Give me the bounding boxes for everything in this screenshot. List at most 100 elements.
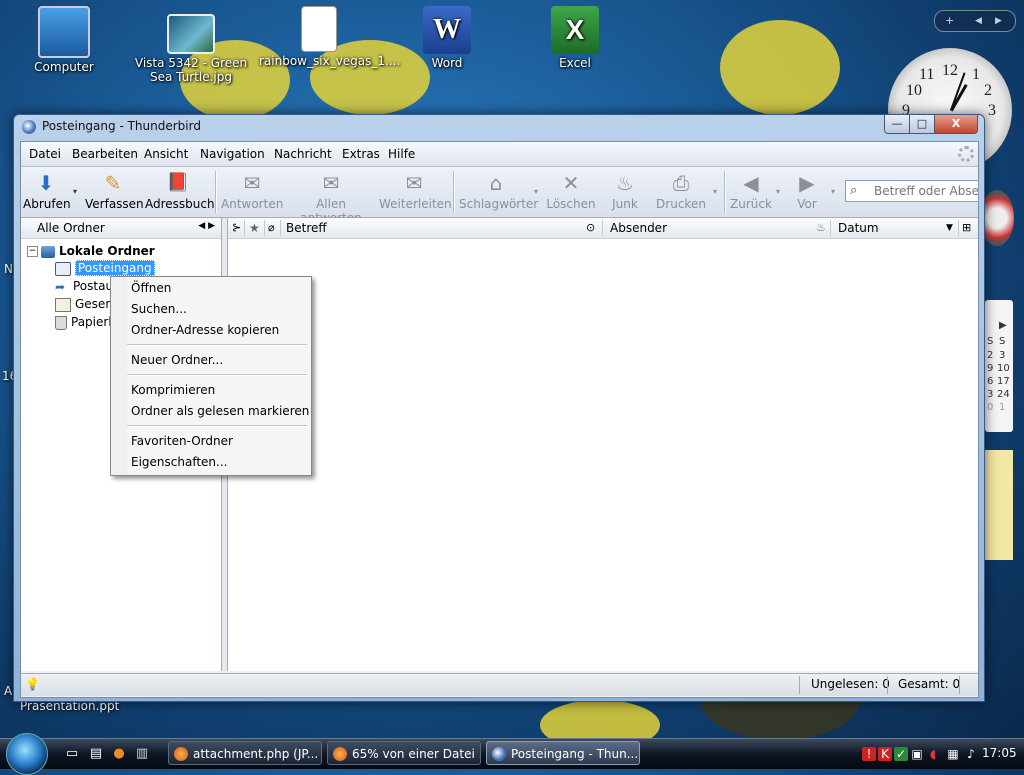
column-picker-icon[interactable]: ⊞: [962, 221, 971, 234]
calendar-gadget[interactable]: ▶ SS 23 9 10 6 17 3 24 01: [985, 300, 1013, 432]
toolbar-button-label: Antworten: [221, 197, 284, 211]
recycle-bin-icon[interactable]: ▥: [134, 746, 150, 762]
toolbar-separator: [453, 171, 455, 213]
maximize-button[interactable]: □: [909, 115, 935, 134]
context-menu-separator: [127, 374, 307, 376]
window-titlebar[interactable]: Posteingang - Thunderbird — □ X: [14, 115, 984, 139]
menu-nachricht[interactable]: Nachricht: [274, 147, 332, 161]
antivirus-icon[interactable]: !: [862, 747, 876, 761]
speaker-muted-icon[interactable]: ◖: [926, 747, 940, 761]
forward-nav-dropdown-icon[interactable]: ▾: [831, 187, 835, 196]
desktop-icon-turtle-photo[interactable]: Vista 5342 - Green Sea Turtle.jpg: [131, 6, 251, 84]
forward-nav-button[interactable]: ▶ Vor: [789, 169, 825, 215]
delete-button[interactable]: ✕ Löschen: [545, 169, 597, 215]
get-mail-dropdown-icon[interactable]: ▾: [73, 187, 77, 196]
forward-button[interactable]: ✉ Weiterleiten: [379, 169, 452, 215]
collapse-icon[interactable]: −: [27, 246, 38, 257]
firefox-icon[interactable]: ●: [111, 746, 127, 762]
tags-dropdown-icon[interactable]: ▾: [534, 187, 538, 196]
back-dropdown-icon[interactable]: ▾: [776, 187, 780, 196]
status-divider: [887, 676, 888, 694]
start-button[interactable]: [6, 733, 48, 775]
ctx-compact[interactable]: Komprimieren: [131, 380, 215, 400]
column-divider[interactable]: [830, 220, 831, 236]
address-book-button[interactable]: 📕 Adressbuch: [145, 169, 215, 215]
menu-hilfe[interactable]: Hilfe: [388, 147, 415, 161]
add-gadget-button[interactable]: +: [945, 11, 954, 31]
menu-datei[interactable]: Datei: [29, 147, 61, 161]
taskbar-item-attachment[interactable]: attachment.php (JP...: [168, 741, 322, 765]
menu-extras[interactable]: Extras: [342, 147, 380, 161]
sort-descending-icon: ▼: [946, 223, 953, 233]
column-divider[interactable]: [264, 220, 265, 236]
menu-bearbeiten[interactable]: Bearbeiten: [72, 147, 138, 161]
subject-column-header[interactable]: Betreff: [286, 221, 327, 235]
junk-button[interactable]: ♨ Junk: [607, 169, 643, 215]
calendar-row: 01: [987, 402, 1011, 413]
column-divider[interactable]: [602, 220, 603, 236]
notes-gadget[interactable]: [985, 450, 1013, 560]
ctx-properties[interactable]: Eigenschaften...: [131, 452, 227, 472]
ctx-mark-folder-read[interactable]: Ordner als gelesen markieren: [131, 401, 309, 421]
taskbar-item-thunderbird[interactable]: Posteingang - Thun...: [486, 741, 640, 765]
desktop-icon-label: Excel: [559, 56, 591, 70]
desktop-icon-rainbow-six[interactable]: rainbow_six_vegas_1....: [259, 6, 400, 68]
sidebar-prev-button[interactable]: ◀: [975, 11, 982, 31]
calendar-cell: 10: [997, 363, 1010, 374]
reply-all-button[interactable]: ✉ Allen antworten: [287, 169, 375, 225]
search-input[interactable]: [872, 183, 978, 199]
volume-icon[interactable]: ♪: [964, 747, 978, 761]
sender-column-header[interactable]: Absender: [610, 221, 667, 235]
taskbar: ▭ ▤ ● ▥ attachment.php (JP... 65% von ei…: [0, 733, 1024, 775]
print-dropdown-icon[interactable]: ▾: [713, 187, 717, 196]
junk-column-icon[interactable]: ♨: [816, 221, 826, 234]
attachment-column-icon[interactable]: ⌀: [268, 221, 275, 234]
sidebar-next-button[interactable]: ▶: [995, 11, 1002, 31]
cpu-meter-gadget[interactable]: [980, 190, 1014, 246]
desktop-icon-word[interactable]: W Word: [387, 6, 507, 70]
minimize-button[interactable]: —: [884, 115, 910, 134]
folder-view-label: Alle Ordner: [37, 221, 105, 235]
thunderbird-icon: [492, 747, 506, 761]
get-mail-button[interactable]: ⬇ Abrufen: [23, 169, 71, 215]
back-button[interactable]: ◀ Zurück: [729, 169, 773, 215]
menu-navigation[interactable]: Navigation: [200, 147, 265, 161]
reply-button[interactable]: ✉ Antworten: [221, 169, 283, 215]
menu-ansicht[interactable]: Ansicht: [144, 147, 188, 161]
read-column-icon[interactable]: ⊙: [586, 221, 595, 234]
taskbar-item-download[interactable]: 65% von einer Datei ...: [327, 741, 481, 765]
task-label: 65% von einer Datei ...: [352, 747, 481, 761]
calendar-next-icon[interactable]: ▶: [999, 320, 1007, 331]
column-divider[interactable]: [280, 220, 281, 236]
ctx-copy-folder-address[interactable]: Ordner-Adresse kopieren: [131, 320, 279, 340]
tree-item-lokale-ordner[interactable]: − Lokale Ordner: [21, 243, 221, 261]
calendar-row: 6 17: [987, 376, 1011, 387]
column-divider[interactable]: [958, 220, 959, 236]
compose-button[interactable]: ✎ Verfassen: [85, 169, 144, 215]
folder-view-arrows-icon[interactable]: ◀ ▶: [198, 221, 215, 231]
network-icon[interactable]: ▦: [946, 747, 960, 761]
switch-windows-icon[interactable]: ▤: [88, 746, 104, 762]
desktop-icon-computer[interactable]: Computer: [4, 6, 124, 74]
thread-column-icon[interactable]: ⊱: [232, 221, 241, 234]
search-box[interactable]: ⌕: [845, 180, 979, 202]
ctx-favorite-folder[interactable]: Favoriten-Ordner: [131, 431, 233, 451]
ctx-new-folder[interactable]: Neuer Ordner...: [131, 350, 223, 370]
ctx-open[interactable]: Öffnen: [131, 278, 171, 298]
column-divider[interactable]: [244, 220, 245, 236]
print-button[interactable]: ⎙ Drucken: [653, 169, 709, 215]
toolbar-separator: [215, 171, 217, 213]
update-icon[interactable]: ✓: [894, 747, 908, 761]
folder-view-selector[interactable]: Alle Ordner ◀ ▶: [21, 218, 221, 239]
tags-button[interactable]: ⌂ Schlagwörter: [459, 169, 538, 215]
star-column-icon[interactable]: ★: [249, 221, 260, 235]
date-column-header[interactable]: Datum: [838, 221, 879, 235]
toolbar-button-label: Zurück: [730, 197, 772, 211]
network-status-icon[interactable]: ▣: [910, 747, 924, 761]
show-desktop-icon[interactable]: ▭: [64, 746, 80, 762]
taskbar-clock[interactable]: 17:05: [982, 746, 1017, 760]
desktop-icon-excel[interactable]: X Excel: [515, 6, 635, 70]
security-alert-icon[interactable]: K: [878, 747, 892, 761]
ctx-search[interactable]: Suchen...: [131, 299, 187, 319]
close-button[interactable]: X: [934, 115, 978, 134]
